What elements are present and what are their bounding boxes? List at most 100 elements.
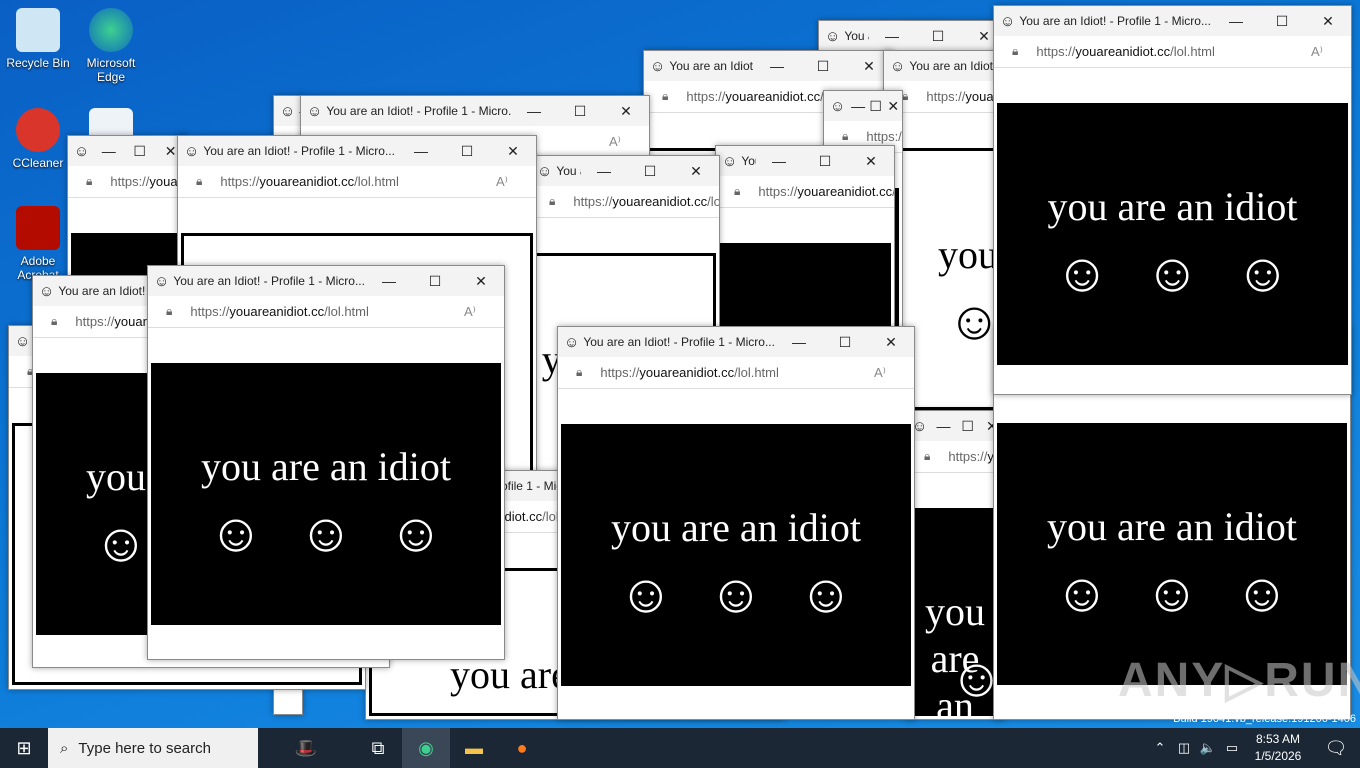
title-bar[interactable]: ☺You are an Idiot! - Profile 1 - Micro..… — [644, 51, 892, 81]
close-button[interactable]: ✕ — [673, 163, 719, 180]
address-bar[interactable]: 🔒︎https://youareanidiot.cc/lol.htmlA⁾ — [994, 36, 1351, 68]
close-button[interactable]: ✕ — [603, 103, 649, 120]
maximize-button[interactable]: ☐ — [915, 28, 961, 45]
url-text[interactable]: https://youareanidiot.cc/lol.html — [190, 304, 464, 319]
title-bar[interactable]: ☺You are an Idiot! - Profile 1 - Micro..… — [274, 96, 302, 126]
read-aloud-icon[interactable]: A⁾ — [1311, 44, 1351, 60]
url-text[interactable]: https://youareanidiot.cc/lol.html — [600, 365, 874, 380]
title-bar[interactable]: ☺You are an Idiot! - Profile 1 - Micro..… — [716, 146, 894, 176]
title-bar[interactable]: ☺You are an Idiot! - Profile 1 - Micro..… — [68, 136, 186, 166]
title-bar[interactable]: ☺You are an Idiot! - Profile 1 - Micro..… — [824, 91, 902, 121]
task-view-icon[interactable]: ⧉ — [354, 728, 402, 768]
address-bar[interactable]: 🔒︎https://youareanidiot.cc/lol.htmlA⁾ — [148, 296, 504, 328]
read-aloud-icon[interactable]: A⁾ — [609, 134, 649, 150]
url-text[interactable]: https://youareanidiot.cc/lol.html — [573, 194, 719, 209]
taskbar-widget-icon[interactable]: 🎩 — [258, 728, 354, 768]
read-aloud-icon[interactable]: A⁾ — [496, 174, 536, 190]
minimize-button[interactable]: — — [849, 98, 867, 114]
minimize-button[interactable]: — — [398, 143, 444, 159]
maximize-button[interactable]: ☐ — [800, 58, 846, 75]
smiley-icon: ☺ — [798, 564, 854, 624]
maximize-button[interactable]: ☐ — [124, 143, 155, 160]
url-text[interactable]: https://youareanidiot.cc/lol.html — [220, 174, 496, 189]
clock[interactable]: 8:53 AM 1/5/2026 — [1244, 731, 1312, 765]
maximize-button[interactable]: ☐ — [1259, 13, 1305, 30]
maximize-button[interactable]: ☐ — [557, 103, 603, 120]
minimize-button[interactable]: — — [366, 273, 412, 289]
minimize-button[interactable]: — — [756, 153, 802, 169]
address-bar[interactable]: 🔒︎https://youareanidiot.cc/lol.htmlA⁾ — [558, 357, 914, 389]
maximize-button[interactable]: ☐ — [867, 98, 885, 115]
url-prefix: https:// — [110, 174, 150, 189]
minimize-button[interactable]: — — [776, 334, 822, 350]
minimize-button[interactable]: — — [931, 418, 955, 434]
maximize-button[interactable]: ☐ — [444, 143, 490, 160]
title-bar[interactable]: ☺You are an Idiot! - Profile 1 - Micro..… — [531, 156, 719, 186]
taskbar-edge-icon[interactable]: ◉ — [402, 728, 450, 768]
lock-icon: 🔒︎ — [842, 129, 849, 143]
firefox-icon[interactable]: ● — [498, 728, 546, 768]
close-button[interactable]: ✕ — [848, 153, 894, 170]
maximize-button[interactable]: ☐ — [412, 273, 458, 290]
url-text[interactable]: https://youareanidiot.cc/lol.html — [110, 174, 186, 189]
maximize-button[interactable]: ☐ — [627, 163, 673, 180]
lock-icon: 🔒︎ — [734, 184, 741, 198]
minimize-button[interactable]: — — [581, 163, 627, 179]
smiley-favicon-icon: ☺ — [307, 102, 323, 120]
url-text[interactable]: https://youareanidiot.cc/lol.html — [866, 129, 902, 144]
desktop-icon-ccleaner[interactable]: CCleaner — [0, 108, 76, 170]
title-bar[interactable]: ☺You are an Idiot! - Profile 1 - Micro..… — [558, 327, 914, 357]
close-button[interactable]: ✕ — [868, 334, 914, 351]
desktop-icon-recycle-bin[interactable]: Recycle Bin — [0, 8, 76, 70]
address-bar[interactable]: 🔒︎https://youareanidiot.cc/lol.htmlA⁾ — [68, 166, 186, 198]
url-text[interactable]: https://youareanidiot.cc/lol.html — [1036, 44, 1311, 59]
address-bar[interactable]: 🔒︎https://youareanidiot.cc/lol.htmlA⁾ — [531, 186, 719, 218]
url-domain: youareanidiot.cc — [229, 304, 325, 319]
show-hidden-icons[interactable]: ⌃ — [1148, 728, 1172, 768]
minimize-button[interactable]: — — [1213, 13, 1259, 29]
title-bar[interactable]: ☺You are an Idiot! - Profile 1 - Micro..… — [301, 96, 649, 126]
smiley-icon: ☺ — [439, 711, 494, 713]
read-aloud-icon[interactable]: A⁾ — [464, 304, 504, 320]
browser-window[interactable]: ☺You are an Idiot! - Profile 1 - Micro..… — [557, 326, 915, 720]
minimize-button[interactable]: — — [93, 143, 124, 159]
network-icon[interactable]: ▭ — [1220, 728, 1244, 768]
url-domain: youareanidiot.cc — [725, 89, 821, 104]
minimize-button[interactable]: — — [869, 28, 915, 44]
smiley-icon: ☺ — [618, 564, 674, 624]
minimize-button[interactable]: — — [511, 103, 557, 119]
title-bar[interactable]: ☺You are an Idiot! - Profile 1 - Micro..… — [994, 6, 1351, 36]
search-box[interactable]: ⌕ Type here to search — [48, 728, 258, 768]
close-button[interactable]: ✕ — [490, 143, 536, 160]
browser-window[interactable]: ☺You are an Idiot! - Profile 1 - Micro..… — [905, 410, 1005, 720]
close-button[interactable]: ✕ — [884, 98, 902, 115]
maximize-button[interactable]: ☐ — [956, 418, 980, 435]
read-aloud-icon[interactable]: A⁾ — [874, 365, 914, 381]
desktop-icon-adobe[interactable]: Adobe Acrobat — [0, 206, 76, 282]
icon-label: CCleaner — [12, 156, 64, 170]
title-bar[interactable]: ☺You are an Idiot! - Profile 1 - Micro..… — [906, 411, 1004, 441]
close-button[interactable]: ✕ — [458, 273, 504, 290]
address-bar[interactable]: 🔒︎https://youareanidiot.cc/lol.htmlA⁾ — [906, 441, 1004, 473]
volume-icon[interactable]: 🔈 — [1196, 728, 1220, 768]
title-bar[interactable]: ☺You are an Idiot! - Profile 1 - Micro..… — [148, 266, 504, 296]
camera-icon[interactable]: ◫ — [1172, 728, 1196, 768]
close-button[interactable]: ✕ — [1305, 13, 1351, 30]
address-bar[interactable]: 🔒︎https://youareanidiot.cc/lol.htmlA⁾ — [716, 176, 894, 208]
title-bar[interactable]: ☺You are an Idiot! - Profile 1 - Micro..… — [178, 136, 536, 166]
maximize-button[interactable]: ☐ — [802, 153, 848, 170]
browser-window[interactable]: ☺You are an Idiot! - Profile 1 - Micro..… — [147, 265, 505, 660]
address-bar[interactable]: 🔒︎https://youareanidiot.cc/lol.htmlA⁾ — [178, 166, 536, 198]
start-button[interactable]: ⊞ — [0, 728, 48, 768]
browser-window[interactable]: ☺You are an Idiot! - Profile 1 - Micro..… — [993, 5, 1352, 395]
desktop-icon-edge[interactable]: Microsoft Edge — [73, 8, 149, 84]
file-explorer-icon[interactable]: ▬ — [450, 728, 498, 768]
url-text[interactable]: https://youareanidiot.cc/lol.html — [758, 184, 894, 199]
window-title: You are an Idiot! - Profile 1 - Micro... — [556, 164, 581, 178]
maximize-button[interactable]: ☐ — [822, 334, 868, 351]
title-bar[interactable]: ☺You are an Idiot! - Profile 1 - Micro..… — [819, 21, 1007, 51]
notifications-icon[interactable]: 🗨 — [1312, 728, 1360, 768]
minimize-button[interactable]: — — [754, 58, 800, 74]
smiley-favicon-icon: ☺ — [537, 162, 553, 180]
page-content: you are an idiot ☺ ☺ ☺ — [561, 424, 911, 686]
